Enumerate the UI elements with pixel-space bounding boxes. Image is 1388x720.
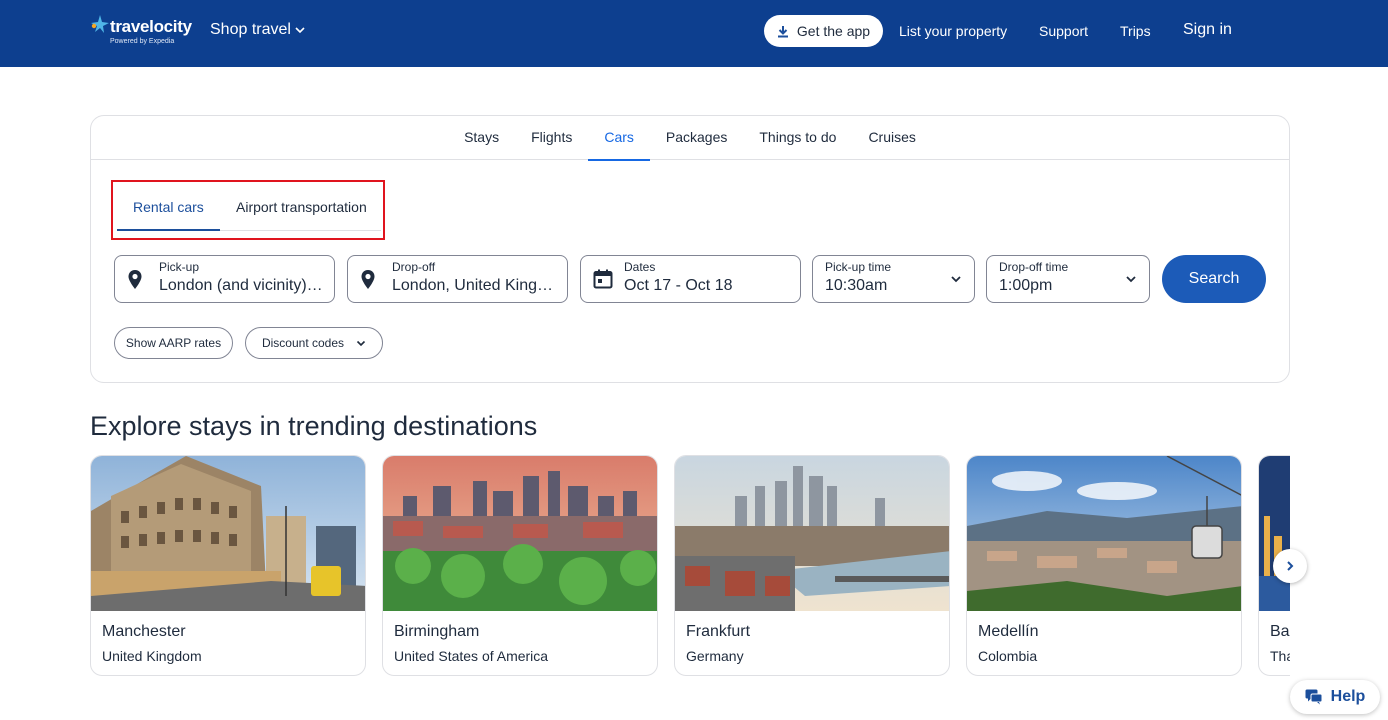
logo-powered-by: Powered by Expedia [110, 38, 175, 45]
show-aarp-rates-button[interactable]: Show AARP rates [114, 327, 233, 359]
car-subtabs-highlight: Rental cars Airport transportation [111, 180, 385, 240]
shop-travel-menu[interactable]: Shop travel [210, 21, 305, 39]
destination-city: Frankfurt [686, 623, 751, 640]
pickup-time-select[interactable]: Pick-up time 10:30am [812, 255, 975, 303]
dropoff-time-value: 1:00pm [999, 277, 1053, 294]
chevron-right-icon [1287, 561, 1294, 571]
calendar-icon [593, 269, 613, 289]
carousel-next-button[interactable] [1273, 549, 1307, 583]
destination-city: Manchester [102, 623, 186, 640]
logo-text: travelocity [110, 17, 192, 36]
destination-country: Colombia [978, 648, 1038, 664]
dropoff-label: Drop-off [392, 260, 436, 274]
destination-country: Tha [1270, 648, 1290, 664]
discount-codes-label: Discount codes [261, 336, 345, 350]
travelocity-logo[interactable]: travelocity Powered by Expedia [90, 14, 192, 50]
support-link[interactable]: Support [1039, 23, 1088, 39]
chat-bubble-icon [1305, 689, 1323, 705]
destination-image-birmingham [383, 456, 657, 611]
discount-codes-button[interactable]: Discount codes [245, 327, 383, 359]
dropoff-value: London, United Kingdom [392, 277, 558, 294]
pickup-location-field[interactable]: Pick-up London (and vicinity), England, … [114, 255, 335, 303]
aarp-label: Show AARP rates [125, 336, 222, 350]
pickup-time-value: 10:30am [825, 277, 888, 294]
destination-image-medellin [967, 456, 1241, 611]
destination-image-manchester [91, 456, 365, 611]
tab-cruises[interactable]: Cruises [852, 116, 931, 160]
get-the-app-button[interactable]: Get the app [764, 15, 883, 47]
product-tabs: Stays Flights Cars Packages Things to do… [91, 116, 1289, 161]
help-button[interactable]: Help [1290, 680, 1380, 714]
tab-stays[interactable]: Stays [448, 116, 515, 160]
list-your-property-link[interactable]: List your property [899, 23, 1007, 39]
subtab-airport-transportation[interactable]: Airport transportation [236, 199, 367, 215]
download-icon [777, 25, 788, 37]
destination-image-frankfurt [675, 456, 949, 611]
destination-card-frankfurt[interactable]: Frankfurt Germany [674, 455, 950, 676]
destination-country: United Kingdom [102, 648, 202, 664]
dropoff-time-select[interactable]: Drop-off time 1:00pm [986, 255, 1150, 303]
chevron-down-icon [295, 27, 305, 34]
pickup-value: London (and vicinity), England, United K… [159, 277, 325, 294]
destination-city: Medellín [978, 623, 1039, 640]
help-label: Help [1330, 688, 1366, 705]
destination-card-manchester[interactable]: Manchester United Kingdom [90, 455, 366, 676]
get-the-app-label: Get the app [796, 23, 871, 39]
logo-star-icon [91, 15, 109, 33]
tab-packages[interactable]: Packages [650, 116, 743, 160]
dropoff-location-field[interactable]: Drop-off London, United Kingdom [347, 255, 568, 303]
pickup-time-label: Pick-up time [825, 260, 892, 274]
chevron-down-icon [951, 276, 961, 283]
tab-things-to-do[interactable]: Things to do [743, 116, 852, 160]
destination-image-partial [1259, 456, 1290, 611]
dates-field[interactable]: Dates Oct 17 - Oct 18 [580, 255, 801, 303]
top-header: travelocity Powered by Expedia Shop trav… [0, 0, 1388, 67]
sign-in-link[interactable]: Sign in [1183, 21, 1232, 39]
chevron-down-icon [356, 340, 366, 347]
subtab-active-indicator [117, 229, 220, 231]
destination-city: Birmingham [394, 623, 480, 640]
pickup-label: Pick-up [159, 260, 200, 274]
destination-country: Germany [686, 648, 744, 664]
trips-link[interactable]: Trips [1120, 23, 1151, 39]
subtab-rental-cars[interactable]: Rental cars [133, 199, 204, 215]
map-pin-icon [128, 270, 142, 289]
destination-card-birmingham[interactable]: Birmingham United States of America [382, 455, 658, 676]
dropoff-time-label: Drop-off time [999, 260, 1069, 274]
tab-cars[interactable]: Cars [588, 116, 650, 161]
search-button[interactable]: Search [1162, 255, 1266, 303]
explore-section-title: Explore stays in trending destinations [90, 411, 538, 441]
destination-city: Ba [1270, 623, 1290, 640]
tab-flights[interactable]: Flights [515, 116, 588, 160]
destination-country: United States of America [394, 648, 549, 664]
map-pin-icon [361, 270, 375, 289]
shop-travel-label: Shop travel [210, 21, 291, 38]
dates-value: Oct 17 - Oct 18 [624, 277, 733, 294]
dates-label: Dates [624, 260, 656, 274]
chevron-down-icon [1126, 276, 1136, 283]
search-card: Stays Flights Cars Packages Things to do… [90, 115, 1290, 383]
destination-card-medellin[interactable]: Medellín Colombia [966, 455, 1242, 676]
